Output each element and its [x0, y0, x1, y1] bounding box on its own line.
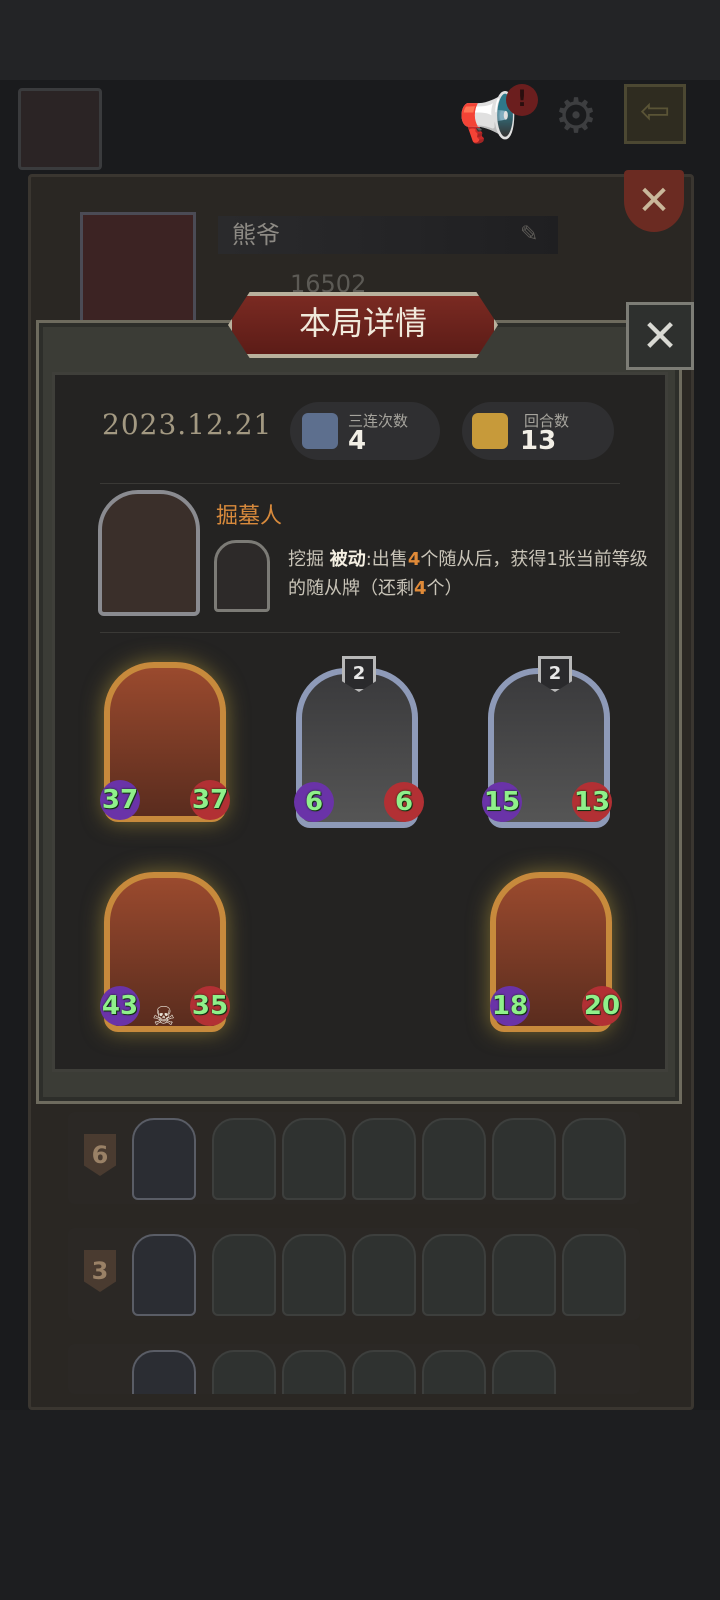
history-hero	[132, 1234, 196, 1316]
minion-health: 35	[190, 986, 230, 1026]
profile-avatar	[80, 212, 196, 324]
modal-title: 本局详情	[228, 292, 498, 358]
history-hero	[132, 1350, 196, 1394]
rounds-icon	[472, 413, 508, 449]
notification-badge: !	[506, 84, 538, 116]
minion-health: 6	[384, 782, 424, 822]
player-name: 熊爷	[218, 216, 558, 254]
minion-attack: 15	[482, 782, 522, 822]
settings-icon[interactable]: ⚙	[548, 88, 604, 144]
history-rank: 6	[84, 1134, 116, 1176]
exit-icon[interactable]: ⇦	[624, 84, 686, 144]
hero-name: 掘墓人	[216, 504, 283, 529]
skill-number: 4	[407, 549, 421, 570]
history-minion	[282, 1118, 346, 1200]
history-minion	[212, 1234, 276, 1316]
bottom-area	[0, 1410, 720, 1600]
triple-count-value: 4	[348, 426, 367, 456]
history-minion	[492, 1234, 556, 1316]
minion-health: 13	[572, 782, 612, 822]
divider	[100, 483, 620, 484]
history-hero	[132, 1118, 196, 1200]
hero-skill-description: 挖掘 被动:出售4个随从后，获得1张当前等级的随从牌（还剩4个）	[288, 545, 648, 603]
close-icon[interactable]: ✕	[626, 302, 694, 370]
skill-desc-part: 个）	[426, 578, 463, 599]
rounds-stat: 回合数 13	[462, 402, 614, 460]
history-minion	[422, 1118, 486, 1200]
history-row[interactable]: 3	[68, 1228, 640, 1320]
history-minion	[212, 1118, 276, 1200]
history-minion	[282, 1234, 346, 1316]
skill-desc-part: :出售	[365, 549, 408, 570]
history-minion	[212, 1350, 276, 1394]
minion-health: 37	[190, 780, 230, 820]
history-minion	[352, 1234, 416, 1316]
minion-attack: 18	[490, 986, 530, 1026]
triple-count-stat: 三连次数 4	[290, 402, 440, 460]
rounds-value: 13	[520, 426, 557, 456]
profile-close-icon[interactable]: ✕	[624, 170, 684, 232]
skull-icon: ☠	[152, 1002, 176, 1032]
history-row[interactable]	[68, 1344, 640, 1394]
history-minion	[492, 1350, 556, 1394]
minion-attack: 37	[100, 780, 140, 820]
minion-attack: 43	[100, 986, 140, 1026]
history-minion	[422, 1350, 486, 1394]
minion-health: 20	[582, 986, 622, 1026]
match-date: 2023.12.21	[102, 408, 273, 441]
top-bar	[0, 0, 720, 80]
divider	[100, 632, 620, 633]
history-minion	[562, 1234, 626, 1316]
triple-icon	[302, 413, 338, 449]
skill-number: 4	[414, 578, 427, 599]
minion-attack: 6	[294, 782, 334, 822]
history-minion	[282, 1350, 346, 1394]
history-row[interactable]: 6	[68, 1112, 640, 1204]
edit-name-icon[interactable]: ✎	[520, 222, 538, 247]
history-minion	[562, 1118, 626, 1200]
history-minion	[492, 1118, 556, 1200]
history-minion	[352, 1118, 416, 1200]
history-rank: 3	[84, 1250, 116, 1292]
history-minion	[422, 1234, 486, 1316]
player-avatar[interactable]	[18, 88, 102, 170]
hero-portrait[interactable]	[98, 490, 200, 616]
skill-type: 被动	[329, 549, 366, 570]
skill-name: 挖掘	[288, 549, 324, 570]
history-minion	[352, 1350, 416, 1394]
hero-skill-icon[interactable]	[214, 540, 270, 612]
